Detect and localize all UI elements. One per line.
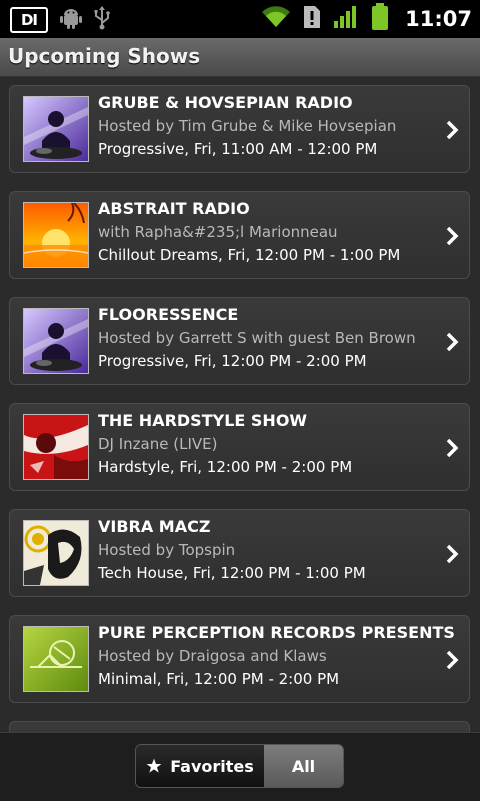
show-artwork (23, 202, 89, 268)
page-title: Upcoming Shows (8, 44, 201, 68)
chevron-right-icon (446, 438, 459, 458)
android-icon (60, 7, 82, 33)
status-bar: DI 11:07 (0, 0, 480, 38)
show-title: VIBRA MACZ (98, 517, 211, 536)
show-item[interactable]: THE HARDSTYLE SHOW DJ Inzane (LIVE) Hard… (9, 403, 470, 491)
chevron-right-icon (446, 544, 459, 564)
show-item[interactable]: ABSTRAIT RADIO with Rapha&#235;l Marionn… (9, 191, 470, 279)
bottom-bar: Favorites All (0, 732, 480, 801)
favorites-button[interactable]: Favorites (136, 745, 264, 787)
show-host: Hosted by Tim Grube & Mike Hovsepian (98, 117, 397, 135)
show-title: PURE PERCEPTION RECORDS PRESENTS (98, 623, 455, 642)
show-host: Hosted by Draigosa and Klaws (98, 647, 327, 665)
chevron-right-icon (446, 650, 459, 670)
show-host: Hosted by Garrett S with guest Ben Brown (98, 329, 416, 347)
usb-icon (94, 6, 110, 34)
chevron-right-icon (446, 332, 459, 352)
show-item[interactable]: GRUBE & HOVSEPIAN RADIO Hosted by Tim Gr… (9, 85, 470, 173)
show-host: Hosted by Topspin (98, 541, 236, 559)
show-time: Chillout Dreams, Fri, 12:00 PM - 1:00 PM (98, 246, 401, 264)
show-title: FLOORESSENCE (98, 305, 239, 324)
alert-icon (303, 5, 321, 33)
wifi-icon (261, 5, 291, 33)
app-logo: DI (10, 7, 48, 33)
show-artwork (23, 414, 89, 480)
show-time: Progressive, Fri, 12:00 PM - 2:00 PM (98, 352, 367, 370)
filter-segmented-control: Favorites All (135, 744, 344, 788)
all-label: All (291, 756, 316, 776)
show-list[interactable]: GRUBE & HOVSEPIAN RADIO Hosted by Tim Gr… (0, 76, 480, 732)
chevron-right-icon (446, 226, 459, 246)
show-item[interactable]: FLOORESSENCE Hosted by Garrett S with gu… (9, 297, 470, 385)
show-artwork (23, 96, 89, 162)
battery-icon (371, 3, 389, 35)
all-button[interactable]: All (264, 745, 343, 787)
show-host: DJ Inzane (LIVE) (98, 435, 218, 453)
show-artwork (23, 626, 89, 692)
signal-icon (333, 5, 359, 33)
star-icon (146, 758, 162, 773)
show-item-partial[interactable] (9, 721, 470, 732)
show-time: Tech House, Fri, 12:00 PM - 1:00 PM (98, 564, 366, 582)
show-item[interactable]: PURE PERCEPTION RECORDS PRESENTS Hosted … (9, 615, 470, 703)
status-time: 11:07 (405, 7, 472, 31)
title-bar: Upcoming Shows (0, 38, 480, 77)
show-artwork (23, 520, 89, 586)
show-time: Minimal, Fri, 12:00 PM - 2:00 PM (98, 670, 340, 688)
favorites-label: Favorites (170, 756, 254, 776)
show-item[interactable]: VIBRA MACZ Hosted by Topspin Tech House,… (9, 509, 470, 597)
show-time: Progressive, Fri, 11:00 AM - 12:00 PM (98, 140, 378, 158)
chevron-right-icon (446, 120, 459, 140)
show-artwork (23, 308, 89, 374)
show-title: ABSTRAIT RADIO (98, 199, 250, 218)
show-title: GRUBE & HOVSEPIAN RADIO (98, 93, 353, 112)
show-host: with Rapha&#235;l Marionneau (98, 223, 338, 241)
show-time: Hardstyle, Fri, 12:00 PM - 2:00 PM (98, 458, 353, 476)
show-title: THE HARDSTYLE SHOW (98, 411, 308, 430)
